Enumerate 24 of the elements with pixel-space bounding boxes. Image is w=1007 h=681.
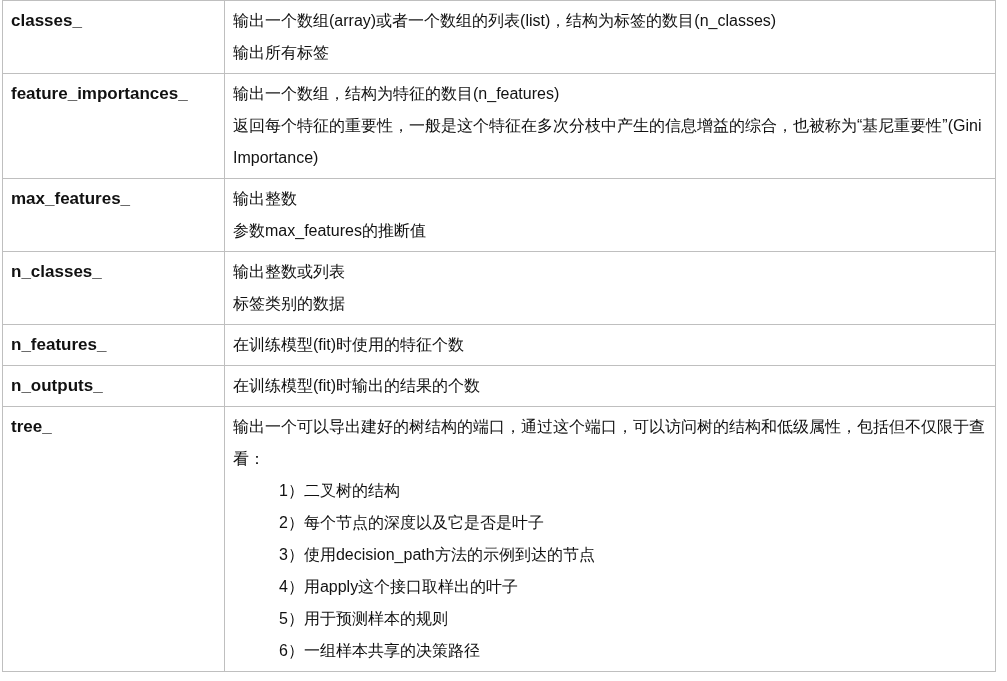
attribute-name: tree_ bbox=[11, 417, 52, 436]
attribute-name: n_outputs_ bbox=[11, 376, 103, 395]
attribute-name: n_classes_ bbox=[11, 262, 102, 281]
description-text: 输出整数或列表 bbox=[233, 262, 346, 282]
list-item: 1）二叉树的结构 bbox=[278, 481, 401, 501]
description-text: 标签类别的数据 bbox=[233, 294, 346, 314]
description-text: 在训练模型(fit)时使用的特征个数 bbox=[233, 335, 466, 355]
description-text: 在训练模型(fit)时输出的结果的个数 bbox=[233, 376, 482, 396]
description-text: 输出一个数组，结构为特征的数目(n_features) bbox=[233, 84, 561, 104]
attribute-name: max_features_ bbox=[11, 189, 131, 208]
description-text: 输出一个数组(array)或者一个数组的列表(list)，结构为标签的数目(n_classes) bbox=[233, 11, 778, 31]
list-item: 6）一组样本共享的决策路径 bbox=[278, 641, 481, 661]
description-text: 返回每个特征的重要性，一般是这个特征在多次分枝中产生的信息增益的综合，也被称为“基尼重要性”(Gini Importance) bbox=[233, 116, 983, 168]
list-item: 5）用于预测样本的规则 bbox=[278, 609, 449, 629]
description-text: 参数max_features的推断值 bbox=[233, 221, 427, 241]
description-text: 输出整数 bbox=[233, 189, 298, 209]
attribute-name: classes_ bbox=[11, 11, 82, 30]
description-text: 输出一个可以导出建好的树结构的端口，通过这个端口，可以访问树的结构和低级属性，包括但不仅限于查看： bbox=[233, 417, 986, 469]
list-item: 3）使用decision_path方法的示例到达的节点 bbox=[278, 545, 596, 565]
list-item: 2）每个节点的深度以及它是否是叶子 bbox=[278, 513, 545, 533]
attribute-name: n_features_ bbox=[11, 335, 107, 354]
description-text: 输出所有标签 bbox=[233, 43, 330, 63]
list-item: 4）用apply这个接口取样出的叶子 bbox=[278, 577, 520, 597]
attribute-name: feature_importances_ bbox=[11, 84, 188, 103]
